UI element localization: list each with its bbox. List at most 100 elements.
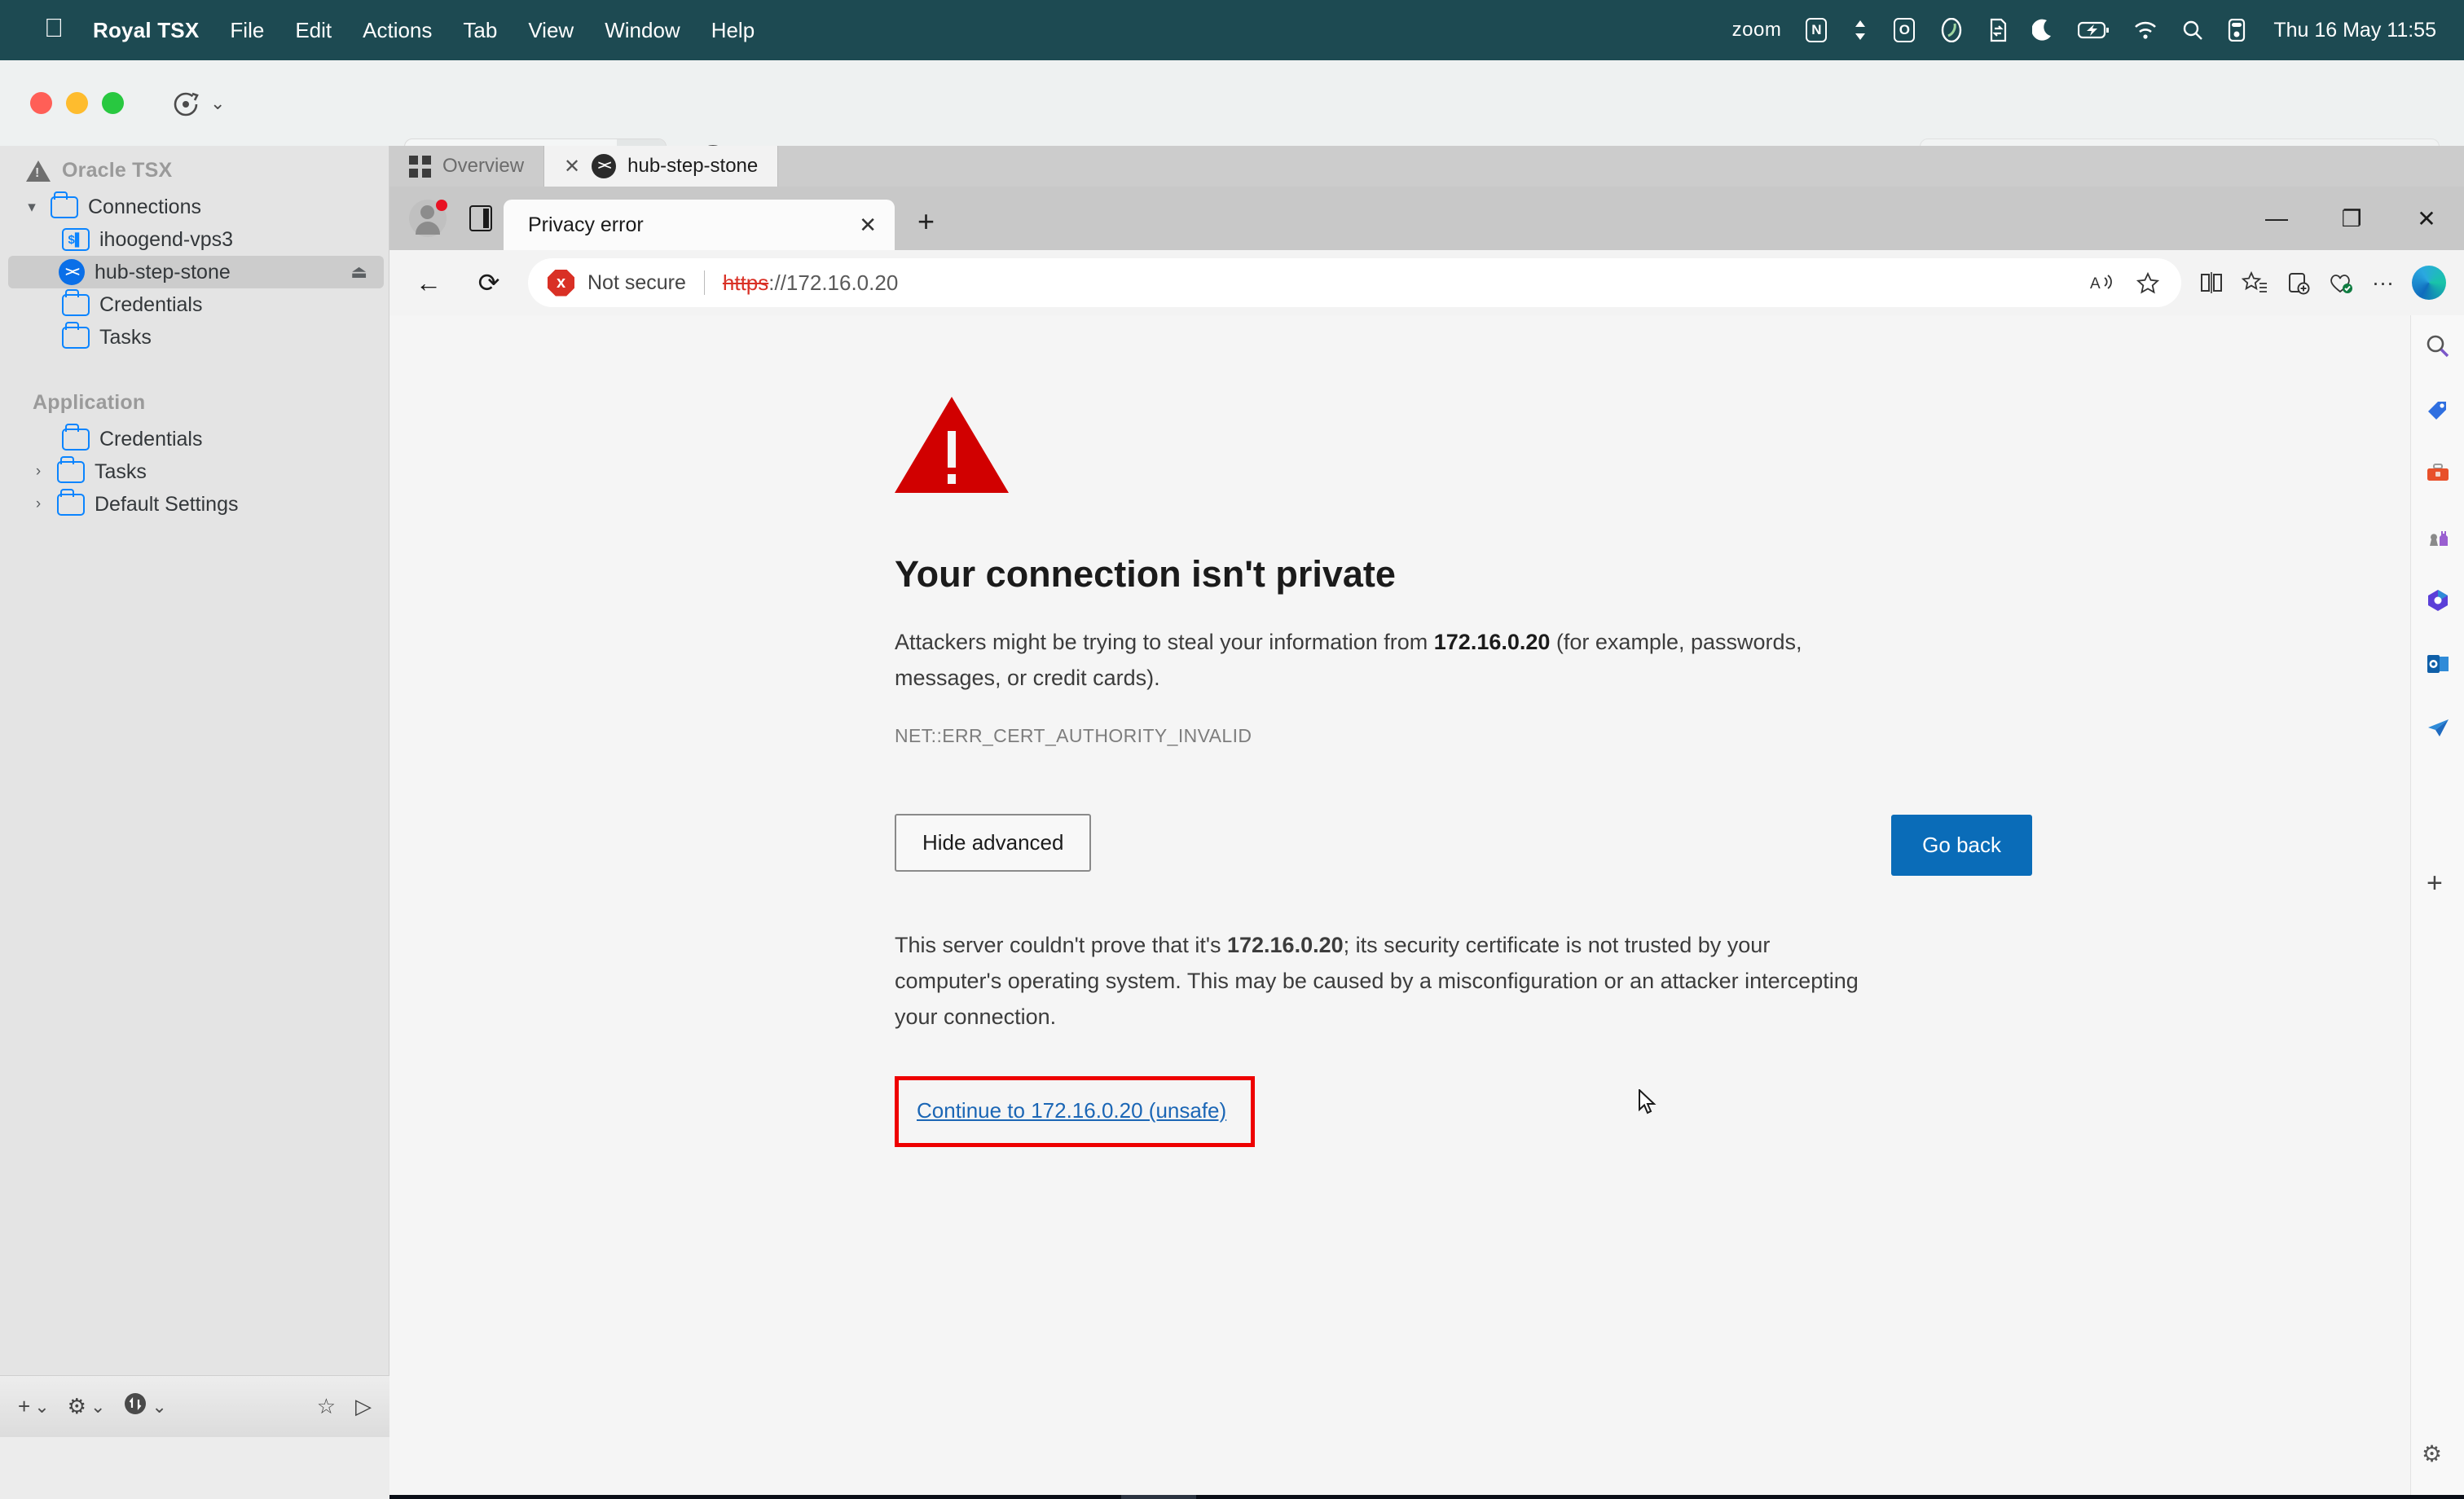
tab-title: Privacy error bbox=[528, 213, 644, 236]
sidebar-item-tasks[interactable]: Tasks bbox=[0, 321, 389, 354]
add-sidebar-icon[interactable]: + bbox=[2427, 868, 2443, 899]
spotlight-search-icon[interactable] bbox=[2182, 20, 2203, 41]
sidebar-item-default-settings[interactable]: › Default Settings bbox=[0, 488, 389, 521]
favorites-star-button[interactable]: ☆ bbox=[317, 1394, 336, 1419]
edge-title-bar: Privacy error ✕ + — ❐ ✕ bbox=[389, 187, 2464, 250]
tab-actions-icon[interactable] bbox=[469, 205, 492, 231]
active-app-name[interactable]: Royal TSX bbox=[93, 18, 199, 43]
play-button[interactable]: ▷ bbox=[355, 1394, 372, 1419]
favorites-list-icon[interactable] bbox=[2242, 270, 2268, 295]
not-secure-icon[interactable]: x bbox=[548, 269, 574, 297]
maximize-button[interactable]: ❐ bbox=[2314, 187, 2389, 250]
reload-button[interactable]: ⟳ bbox=[468, 262, 510, 304]
disclosure-chevron-right-icon[interactable]: › bbox=[29, 463, 47, 481]
control-center-icon[interactable] bbox=[2228, 19, 2246, 42]
chevron-down-icon[interactable]: ⌄ bbox=[210, 93, 225, 114]
outlook-icon[interactable]: O bbox=[1894, 18, 1916, 42]
tab-label: hub-step-stone bbox=[627, 155, 759, 177]
close-window-button[interactable] bbox=[30, 92, 52, 114]
settings-gear-button[interactable]: ⚙ ⌄ bbox=[68, 1394, 106, 1419]
tools-toolbox-icon[interactable] bbox=[2422, 457, 2454, 490]
start-button[interactable] bbox=[389, 1495, 464, 1499]
battery-charging-icon[interactable] bbox=[2078, 20, 2110, 40]
continue-unsafe-link[interactable]: Continue to 172.16.0.20 (unsafe) bbox=[917, 1098, 1226, 1123]
disclosure-chevron-right-icon[interactable]: › bbox=[29, 495, 47, 513]
folder-icon bbox=[57, 455, 85, 483]
sync-arrows-icon[interactable] bbox=[1851, 19, 1869, 42]
collections-icon[interactable] bbox=[2286, 270, 2310, 295]
read-aloud-icon[interactable]: A bbox=[2090, 271, 2114, 294]
minimize-button[interactable]: — bbox=[2239, 187, 2314, 250]
sidebar-item-app-credentials[interactable]: Credentials bbox=[0, 423, 389, 455]
hide-advanced-button[interactable]: Hide advanced bbox=[895, 814, 1092, 873]
plus-icon: + bbox=[18, 1394, 31, 1418]
sidebar-settings-icon[interactable]: ⚙ bbox=[2422, 1440, 2442, 1467]
menubar-clock[interactable]: Thu 16 May 11:55 bbox=[2273, 19, 2436, 42]
continue-link-highlight-box: Continue to 172.16.0.20 (unsafe) bbox=[895, 1075, 1256, 1147]
sidebar-item-app-tasks[interactable]: › Tasks bbox=[0, 455, 389, 488]
sidebar-item-hub-step-stone[interactable]: >< hub-step-stone ⏏ bbox=[8, 256, 384, 288]
notion-icon[interactable]: N bbox=[1806, 18, 1828, 42]
profile-avatar[interactable] bbox=[409, 200, 447, 237]
games-chess-icon[interactable] bbox=[2422, 521, 2454, 553]
reconnect-button[interactable]: ⌄ bbox=[169, 87, 225, 120]
do-not-disturb-moon-icon[interactable] bbox=[2032, 19, 2053, 42]
file-sync-icon[interactable] bbox=[1988, 18, 2008, 42]
copilot-icon[interactable] bbox=[2412, 266, 2446, 300]
menu-actions[interactable]: Actions bbox=[363, 18, 432, 43]
terminal-connection-icon: $▌ bbox=[62, 228, 90, 251]
file-explorer-taskbar-button[interactable] bbox=[1196, 1495, 1271, 1499]
sidebar-item-connections[interactable]: ▾ Connections bbox=[0, 191, 389, 223]
edge-taskbar-button[interactable] bbox=[1121, 1495, 1196, 1499]
wifi-icon[interactable] bbox=[2133, 20, 2158, 40]
add-button[interactable]: + ⌄ bbox=[18, 1394, 50, 1419]
menu-file[interactable]: File bbox=[230, 18, 264, 43]
close-tab-icon[interactable]: ✕ bbox=[859, 213, 877, 238]
disclosure-chevron-down-icon[interactable]: ▾ bbox=[23, 198, 41, 217]
onepassword-icon[interactable] bbox=[1939, 18, 1964, 42]
settings-more-icon[interactable]: ··· bbox=[2372, 270, 2394, 296]
folder-icon bbox=[62, 321, 90, 349]
chevron-down-icon[interactable]: ⌄ bbox=[90, 1396, 105, 1418]
maximize-window-button[interactable] bbox=[102, 92, 124, 114]
drop-send-icon[interactable] bbox=[2422, 711, 2454, 744]
sidebar-group-label: Oracle TSX bbox=[62, 159, 173, 182]
chevron-down-icon[interactable]: ⌄ bbox=[152, 1396, 166, 1418]
menu-view[interactable]: View bbox=[528, 18, 574, 43]
search-icon[interactable] bbox=[2422, 330, 2454, 363]
apple-logo-icon[interactable]:  bbox=[44, 15, 64, 41]
grid-icon bbox=[409, 155, 431, 178]
menu-edit[interactable]: Edit bbox=[295, 18, 332, 43]
microsoft365-icon[interactable] bbox=[2422, 584, 2454, 617]
folder-icon bbox=[57, 488, 85, 516]
browser-tab-privacy-error[interactable]: Privacy error ✕ bbox=[504, 200, 895, 250]
go-back-button[interactable]: Go back bbox=[1891, 815, 2032, 877]
address-bar[interactable]: x Not secure https://172.16.0.20 A bbox=[528, 258, 2182, 307]
close-button[interactable]: ✕ bbox=[2389, 187, 2464, 250]
outlook-icon[interactable] bbox=[2422, 648, 2454, 680]
browser-essentials-icon[interactable] bbox=[2328, 270, 2354, 295]
minimize-window-button[interactable] bbox=[66, 92, 88, 114]
tab-hub-step-stone[interactable]: ✕ >< hub-step-stone bbox=[544, 146, 779, 187]
new-tab-button[interactable]: + bbox=[917, 204, 935, 239]
menu-help[interactable]: Help bbox=[711, 18, 755, 43]
tab-overview[interactable]: Overview bbox=[389, 146, 545, 187]
shopping-tag-icon[interactable] bbox=[2422, 393, 2454, 426]
task-view-button[interactable] bbox=[1046, 1495, 1121, 1499]
profile-alert-badge bbox=[436, 200, 447, 211]
sidebar-item-credentials[interactable]: Credentials bbox=[0, 288, 389, 321]
favorite-star-icon[interactable] bbox=[2136, 271, 2160, 294]
menu-window[interactable]: Window bbox=[605, 18, 680, 43]
sidebar-item-ihoogend-vps3[interactable]: $▌ ihoogend-vps3 bbox=[0, 223, 389, 256]
chevron-down-icon[interactable]: ⌄ bbox=[34, 1396, 49, 1418]
window-controls: — ❐ ✕ bbox=[2239, 187, 2464, 250]
back-button[interactable]: ← bbox=[407, 262, 450, 304]
tsx-sidebar-bottom-bar: + ⌄ ⚙ ⌄ ⌄ ☆ ▷ bbox=[0, 1375, 389, 1437]
updown-arrows-icon bbox=[123, 1391, 147, 1422]
updown-arrows-button[interactable]: ⌄ bbox=[123, 1391, 167, 1422]
close-icon[interactable]: ✕ bbox=[564, 155, 580, 178]
split-screen-icon[interactable] bbox=[2199, 270, 2224, 295]
disconnect-eject-icon[interactable]: ⏏ bbox=[350, 262, 367, 283]
menu-tab[interactable]: Tab bbox=[463, 18, 497, 43]
zoom-menu-item[interactable]: zoom bbox=[1732, 19, 1782, 42]
